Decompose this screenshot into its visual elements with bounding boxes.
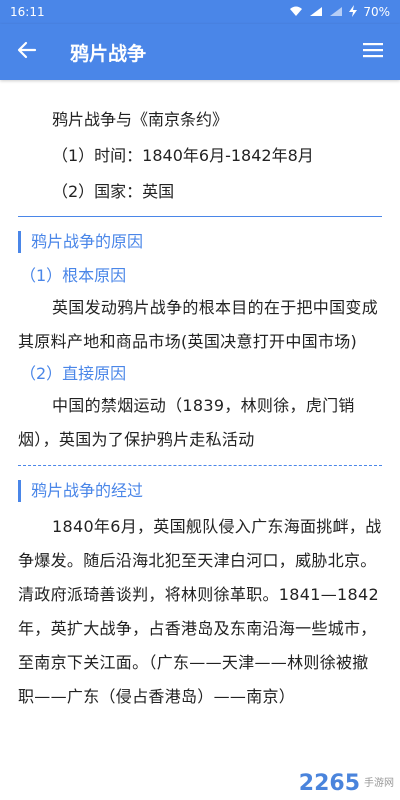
site-watermark: 2265 手游网 [299,771,394,796]
signal-2-icon [329,6,343,19]
intro-time: （1）时间：1840年6月-1842年8月 [52,146,314,165]
status-bar: 16:11 70% [0,0,400,24]
paragraph: 1840年6月，英国舰队侵入广东海面挑衅，战争爆发。随后沿海北犯至天津白河口，威… [18,517,382,706]
app-bar: 鸦片战争 [0,24,400,80]
charging-icon [349,5,358,19]
back-button[interactable] [14,39,40,65]
section-causes: 鸦片战争的原因 （1）根本原因 英国发动鸦片战争的根本目的在于把中国变成其原料产… [0,217,400,457]
paragraph: 中国的禁烟运动（1839，林则徐，虎门销烟），英国为了保护鸦片走私活动 [18,396,355,449]
article-content[interactable]: 鸦片战争与《南京条约》 （1）时间：1840年6月-1842年8月 （2）国家：… [0,80,400,800]
battery-level: 70% [363,5,390,19]
intro-block: 鸦片战争与《南京条约》 （1）时间：1840年6月-1842年8月 （2）国家：… [0,80,400,210]
section-title: 鸦片战争的经过 [18,480,382,502]
signal-icon [309,6,323,19]
subsection-title: （1）根本原因 [20,266,127,285]
intro-heading: 鸦片战争与《南京条约》 [52,110,229,129]
watermark-text: 手游网 [364,777,394,789]
arrow-left-icon [17,40,37,64]
watermark-logo: 2265 [298,771,360,796]
section-title: 鸦片战争的原因 [18,231,382,253]
section-process: 鸦片战争的经过 1840年6月，英国舰队侵入广东海面挑衅，战争爆发。随后沿海北犯… [0,466,400,714]
menu-button[interactable] [360,39,386,65]
status-icons: 70% [289,5,390,19]
page-title: 鸦片战争 [70,42,147,65]
status-time: 16:11 [10,5,45,19]
subsection-title: （2）直接原因 [20,364,127,383]
hamburger-menu-icon [363,42,383,62]
wifi-icon [289,6,303,19]
intro-country: （2）国家：英国 [52,182,175,201]
paragraph: 英国发动鸦片战争的根本目的在于把中国变成其原料产地和商品市场(英国决意打开中国市… [18,298,379,351]
